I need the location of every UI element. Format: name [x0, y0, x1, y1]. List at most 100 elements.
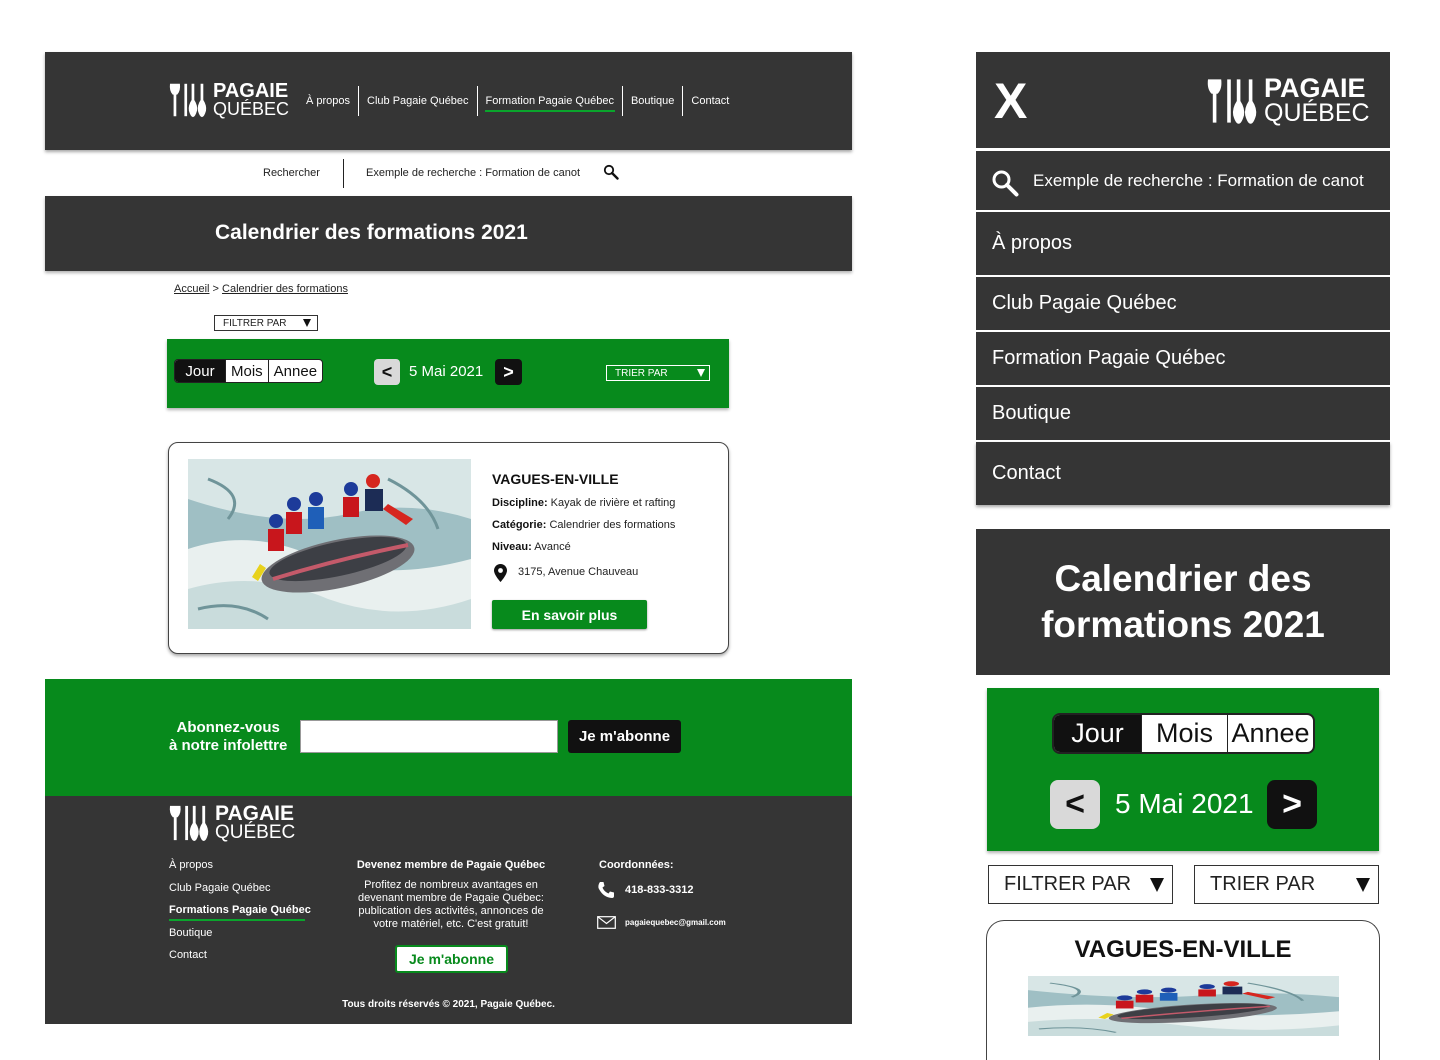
- footer-link-formations[interactable]: Formations Pagaie Québec: [169, 904, 311, 927]
- footer-link-a-propos[interactable]: À propos: [169, 859, 311, 882]
- breadcrumb: Accueil > Calendrier des formations: [174, 283, 348, 295]
- mobile-next-date-button[interactable]: >: [1267, 780, 1317, 829]
- event-category: Catégorie: Calendrier des formations: [492, 519, 675, 531]
- subscribe-button[interactable]: Je m'abonne: [568, 720, 681, 753]
- page-title-bar: Calendrier des formations 2021: [45, 196, 852, 271]
- dropdown-arrow-icon: [1356, 877, 1370, 892]
- mobile-menu-a-propos[interactable]: À propos: [976, 212, 1390, 275]
- copyright: Tous droits réservés © 2021, Pagaie Québ…: [342, 999, 555, 1010]
- mobile-filter-dropdown[interactable]: FILTRER PAR: [988, 865, 1173, 904]
- main-nav: À propos Club Pagaie Québec Formation Pa…: [298, 86, 737, 116]
- dropdown-arrow-icon: [1150, 877, 1164, 892]
- footer-link-contact[interactable]: Contact: [169, 949, 311, 972]
- site-footer: PAGAIE QUÉBEC À propos Club Pagaie Québe…: [45, 796, 852, 1024]
- nav-item-boutique[interactable]: Boutique: [621, 86, 682, 116]
- mobile-menu-formation[interactable]: Formation Pagaie Québec: [976, 332, 1390, 385]
- tab-jour[interactable]: Jour: [175, 360, 225, 382]
- paddle-logo-icon: [1204, 77, 1260, 125]
- contact-email[interactable]: pagaiequebec@gmail.com: [597, 916, 726, 929]
- search-icon[interactable]: [603, 164, 619, 180]
- mobile-filter-label: FILTRER PAR: [1004, 873, 1132, 895]
- mobile-sort-dropdown[interactable]: TRIER PAR: [1194, 865, 1379, 904]
- mobile-sort-label: TRIER PAR: [1210, 873, 1316, 895]
- site-header: PAGAIE QUÉBEC À propos Club Pagaie Québe…: [45, 52, 852, 150]
- mobile-event-card: VAGUES-EN-VILLE: [986, 920, 1380, 1060]
- map-pin-icon: [494, 564, 507, 582]
- footer-link-club[interactable]: Club Pagaie Québec: [169, 882, 311, 905]
- mobile-search-input[interactable]: Exemple de recherche : Formation de cano…: [976, 151, 1390, 210]
- brand-line2: QUÉBEC: [213, 99, 290, 119]
- event-card: VAGUES-EN-VILLE Discipline: Kayak de riv…: [168, 442, 729, 654]
- event-title: VAGUES-EN-VILLE: [492, 471, 619, 487]
- breadcrumb-current[interactable]: Calendrier des formations: [222, 283, 348, 295]
- mobile-mockup: X PAGAIE QUÉBEC Exemple de recherche : F…: [976, 52, 1390, 1060]
- mobile-previous-date-button[interactable]: <: [1050, 780, 1100, 829]
- discipline-value: Kayak de rivière et rafting: [547, 497, 676, 509]
- search-input[interactable]: Exemple de recherche : Formation de cano…: [366, 167, 580, 179]
- mobile-tab-jour[interactable]: Jour: [1054, 715, 1141, 752]
- filter-label: FILTRER PAR: [223, 317, 287, 329]
- membership-subscribe-button[interactable]: Je m'abonne: [395, 945, 508, 973]
- footer-logo[interactable]: PAGAIE QUÉBEC: [167, 802, 296, 843]
- category-label: Catégorie:: [492, 519, 547, 531]
- calendar-toolbar: Jour Mois Annee < 5 Mai 2021 > TRIER PAR: [167, 339, 729, 408]
- next-date-button[interactable]: >: [495, 359, 522, 385]
- event-discipline: Discipline: Kayak de rivière et rafting: [492, 497, 675, 509]
- newsletter-email-input[interactable]: [300, 720, 558, 753]
- brand-logo[interactable]: PAGAIE QUÉBEC: [167, 81, 290, 119]
- nav-item-formation[interactable]: Formation Pagaie Québec: [476, 86, 622, 116]
- mobile-menu-boutique[interactable]: Boutique: [976, 387, 1390, 440]
- mobile-event-title: VAGUES-EN-VILLE: [1074, 936, 1292, 963]
- footer-brand-line2: QUÉBEC: [215, 821, 296, 843]
- view-switcher: Jour Mois Annee: [174, 359, 324, 383]
- membership-block: Devenez membre de Pagaie Québec Profitez…: [350, 859, 552, 931]
- previous-date-button[interactable]: <: [374, 359, 400, 385]
- nav-item-a-propos[interactable]: À propos: [298, 86, 358, 116]
- sort-label: TRIER PAR: [615, 367, 668, 379]
- paddle-logo-icon: [167, 804, 211, 842]
- search-icon: [992, 170, 1019, 197]
- search-divider: [343, 159, 344, 188]
- filter-dropdown[interactable]: FILTRER PAR: [214, 315, 318, 331]
- breadcrumb-separator: >: [209, 283, 223, 295]
- category-value: Calendrier des formations: [546, 519, 676, 531]
- mobile-menu-club[interactable]: Club Pagaie Québec: [976, 277, 1390, 330]
- phone-icon: [598, 882, 614, 898]
- event-photo: [188, 459, 471, 629]
- nav-item-club[interactable]: Club Pagaie Québec: [358, 86, 477, 116]
- mobile-brand-logo[interactable]: PAGAIE QUÉBEC: [1204, 75, 1370, 125]
- search-label: Rechercher: [263, 167, 320, 179]
- level-value: Avancé: [531, 541, 571, 553]
- breadcrumb-home[interactable]: Accueil: [174, 283, 209, 295]
- paddle-logo-icon: [167, 82, 209, 118]
- footer-links: À propos Club Pagaie Québec Formations P…: [169, 859, 311, 972]
- mobile-search-placeholder: Exemple de recherche : Formation de cano…: [1033, 170, 1364, 190]
- mobile-menu-contact[interactable]: Contact: [976, 442, 1390, 505]
- learn-more-button[interactable]: En savoir plus: [492, 600, 647, 629]
- dropdown-arrow-icon: [697, 369, 705, 377]
- mobile-tab-mois[interactable]: Mois: [1141, 715, 1227, 752]
- contact-phone[interactable]: 418-833-3312: [597, 881, 694, 899]
- tab-annee[interactable]: Annee: [267, 360, 322, 382]
- mobile-event-photo: [1028, 976, 1339, 1036]
- sort-dropdown[interactable]: TRIER PAR: [606, 365, 710, 381]
- event-address: 3175, Avenue Chauveau: [518, 566, 639, 578]
- discipline-label: Discipline:: [492, 497, 548, 509]
- footer-brand-line1: PAGAIE: [215, 802, 294, 825]
- close-icon[interactable]: X: [994, 76, 1027, 126]
- nav-item-contact[interactable]: Contact: [682, 86, 737, 116]
- mobile-header: X PAGAIE QUÉBEC: [976, 52, 1390, 148]
- newsletter-text: Abonnez-vous à notre infolettre: [169, 719, 287, 755]
- desktop-mockup: PAGAIE QUÉBEC À propos Club Pagaie Québe…: [45, 52, 852, 1024]
- tab-mois[interactable]: Mois: [225, 360, 268, 382]
- event-level: Niveau: Avancé: [492, 541, 571, 553]
- contact-block: Coordonnées:: [599, 859, 674, 871]
- mobile-tab-annee[interactable]: Annee: [1227, 715, 1313, 752]
- membership-text: Profitez de nombreux avantages en devena…: [358, 879, 544, 930]
- dropdown-arrow-icon: [303, 319, 311, 327]
- page-title: Calendrier des formations 2021: [215, 221, 528, 244]
- mail-icon: [597, 916, 616, 929]
- footer-link-boutique[interactable]: Boutique: [169, 927, 311, 950]
- mobile-view-switcher: Jour Mois Annee: [1052, 713, 1315, 754]
- current-date: 5 Mai 2021: [409, 363, 484, 380]
